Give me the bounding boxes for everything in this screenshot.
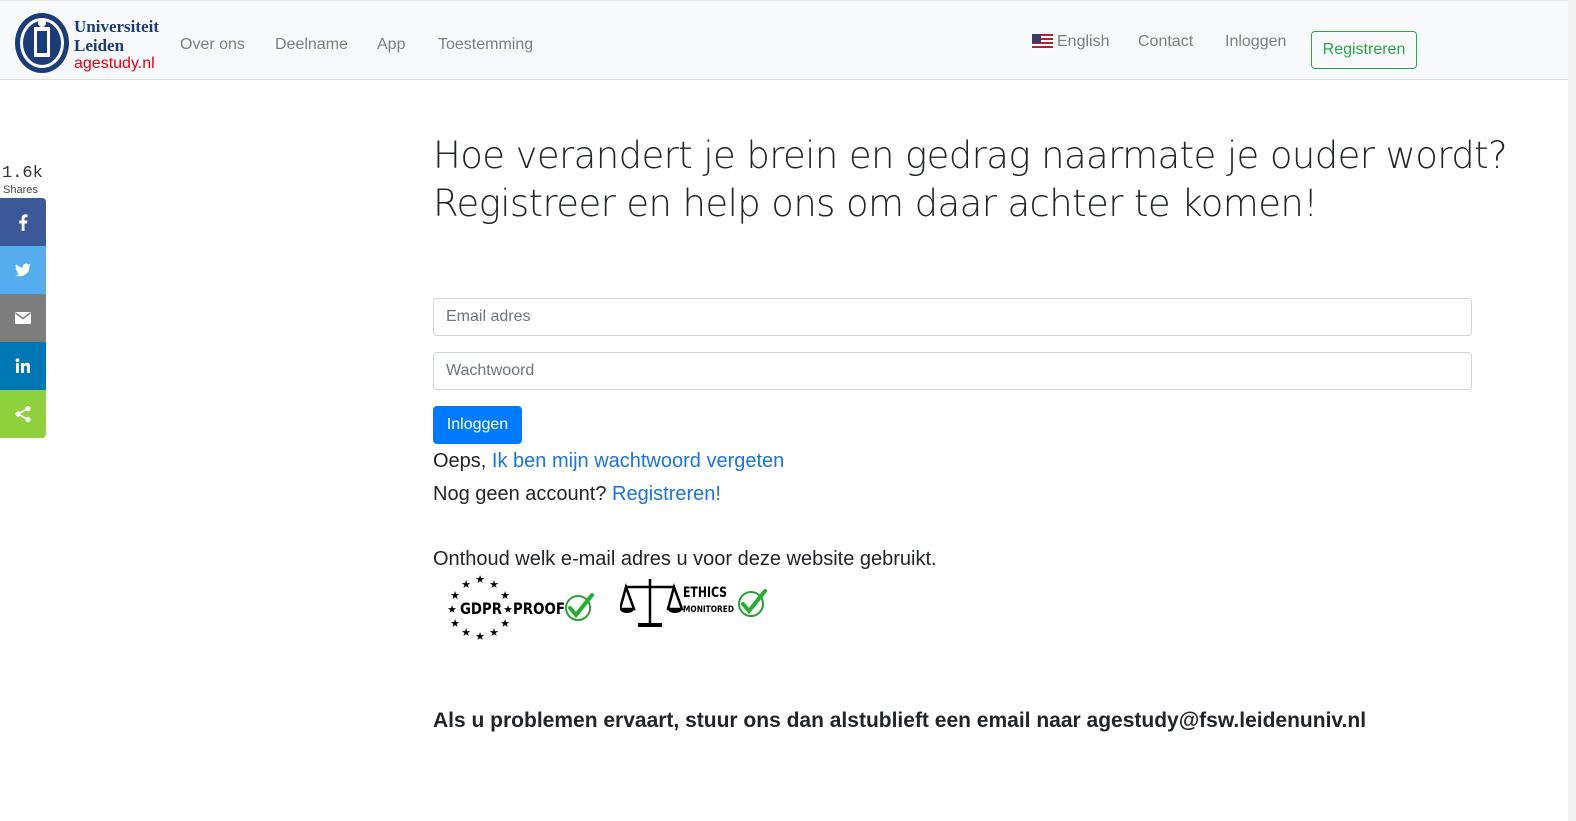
nav-contact[interactable]: Contact (1138, 32, 1193, 52)
twitter-icon (15, 263, 31, 277)
email-share-button[interactable] (0, 294, 46, 342)
facebook-share-button[interactable] (0, 198, 46, 246)
forgot-prefix: Oeps, (433, 450, 492, 472)
nav-toestemming[interactable]: Toestemming (438, 35, 533, 55)
gdpr-proof-badge: ★ ★ ★ ★ ★ ★ ★ ★ ★ ★ ★ ★ GDPR PROOF (447, 573, 594, 641)
svg-text:★: ★ (461, 578, 471, 591)
page-scrollbar[interactable] (1568, 0, 1576, 821)
linkedin-icon (15, 358, 30, 373)
svg-text:★: ★ (489, 578, 499, 591)
brand-logo[interactable]: Universiteit Leiden agestudy.nl (13, 9, 173, 77)
support-contact-note: Als u problemen ervaart, stuur ons dan a… (433, 709, 1367, 732)
svg-text:★: ★ (500, 617, 510, 630)
us-flag-icon (1032, 34, 1053, 50)
share-count: 1.6k (2, 164, 43, 183)
brand-university: Universiteit (74, 17, 159, 36)
share-label: Shares (3, 184, 38, 196)
twitter-share-button[interactable] (0, 246, 46, 294)
svg-text:★: ★ (461, 626, 471, 639)
nav-language-english[interactable]: English (1057, 32, 1109, 52)
password-input[interactable] (433, 352, 1472, 390)
check-icon (738, 589, 767, 617)
svg-text:★: ★ (489, 626, 499, 639)
top-navbar: Universiteit Leiden agestudy.nl Over ons… (0, 0, 1568, 80)
ethics-monitored-badge: ETHICS MONITORED (620, 579, 767, 627)
no-account-prefix: Nog geen account? (433, 483, 613, 505)
nav-app[interactable]: App (377, 35, 405, 55)
check-icon (565, 593, 594, 621)
university-seal-icon (15, 13, 69, 73)
heading-line-2: Registreer en help ons om daar achter te… (433, 182, 1318, 225)
scales-icon (620, 579, 684, 627)
svg-text:★: ★ (450, 617, 460, 630)
register-link[interactable]: Registreren! (612, 483, 721, 505)
nav-login[interactable]: Inloggen (1225, 32, 1286, 52)
forgot-password-link[interactable]: Ik ben mijn wachtwoord vergeten (492, 450, 784, 472)
register-button[interactable]: Registreren (1311, 31, 1417, 69)
share-icon (15, 405, 31, 423)
svg-text:★: ★ (450, 589, 460, 602)
facebook-icon (19, 214, 28, 231)
email-input[interactable] (433, 298, 1472, 336)
proof-text: PROOF (513, 599, 565, 618)
remember-email-note: Onthoud welk e-mail adres u voor deze we… (433, 548, 937, 570)
login-button[interactable]: Inloggen (433, 406, 522, 444)
brand-city: Leiden (74, 36, 125, 55)
svg-text:★: ★ (475, 573, 485, 586)
page-heading: Hoe verandert je brein en gedrag naarmat… (433, 132, 1508, 228)
nav-deelname[interactable]: Deelname (275, 35, 348, 55)
svg-text:★: ★ (475, 630, 485, 641)
monitored-text: MONITORED (683, 605, 734, 615)
heading-line-1: Hoe verandert je brein en gedrag naarmat… (433, 134, 1508, 177)
gdpr-text: GDPR (460, 599, 502, 618)
mail-icon (15, 312, 31, 324)
generic-share-button[interactable] (0, 390, 46, 438)
forgot-password-line: Oeps, Ik ben mijn wachtwoord vergeten (433, 449, 784, 473)
no-account-line: Nog geen account? Registreren! (433, 482, 721, 506)
svg-text:★: ★ (503, 603, 513, 616)
nav-over-ons[interactable]: Over ons (180, 35, 245, 55)
brand-site-name: agestudy.nl (74, 55, 155, 72)
svg-text:★: ★ (447, 603, 457, 616)
linkedin-share-button[interactable] (0, 342, 46, 390)
ethics-text: ETHICS (683, 585, 727, 601)
